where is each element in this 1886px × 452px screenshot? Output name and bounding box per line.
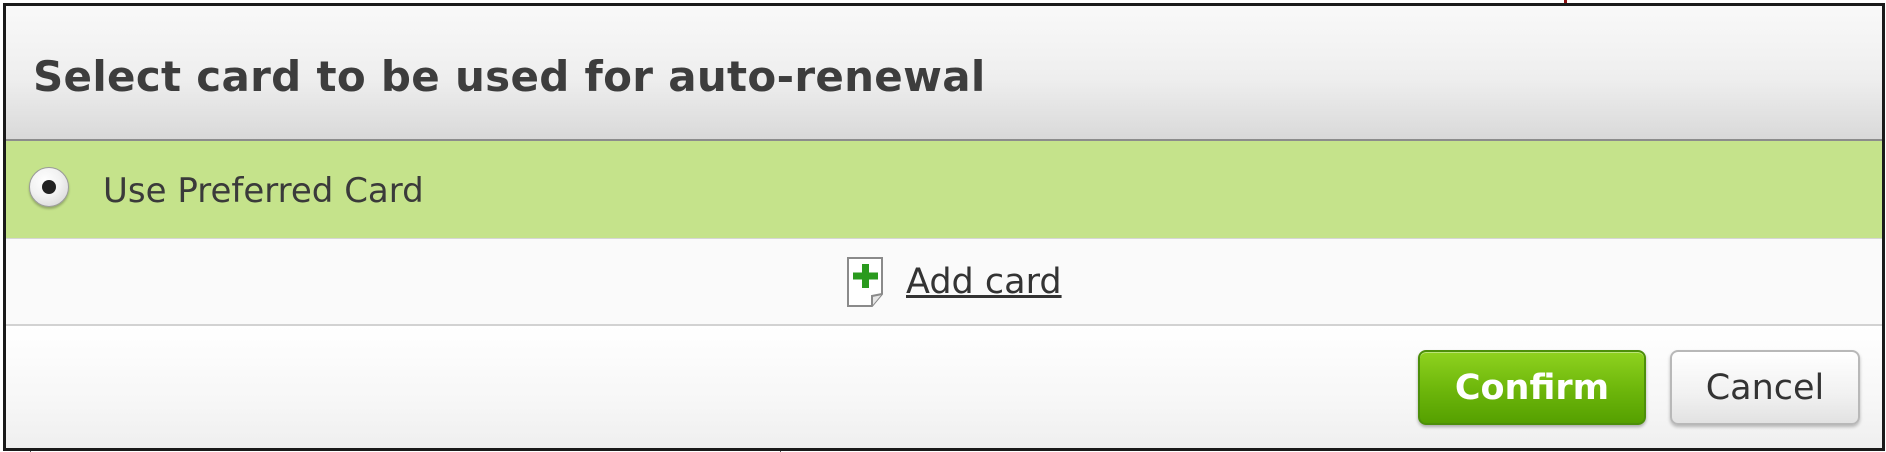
option-use-preferred-card[interactable]: Use Preferred Card: [6, 141, 1882, 239]
confirm-button[interactable]: Confirm: [1418, 350, 1646, 425]
add-card-row: Add card: [6, 239, 1882, 326]
dialog-footer: Confirm Cancel: [6, 326, 1882, 448]
cancel-button[interactable]: Cancel: [1670, 350, 1860, 425]
add-card-link[interactable]: Add card: [846, 255, 1062, 309]
preferred-card-radio[interactable]: [29, 167, 69, 207]
preferred-card-label: Use Preferred Card: [103, 171, 424, 211]
dialog-title: Select card to be used for auto-renewal: [33, 52, 986, 101]
radio-selected-dot: [42, 180, 56, 194]
add-card-label: Add card: [906, 262, 1062, 302]
dialog-header: Select card to be used for auto-renewal: [6, 6, 1882, 141]
add-document-icon: [847, 257, 883, 307]
card-selection-dialog: Select card to be used for auto-renewal …: [3, 3, 1885, 451]
